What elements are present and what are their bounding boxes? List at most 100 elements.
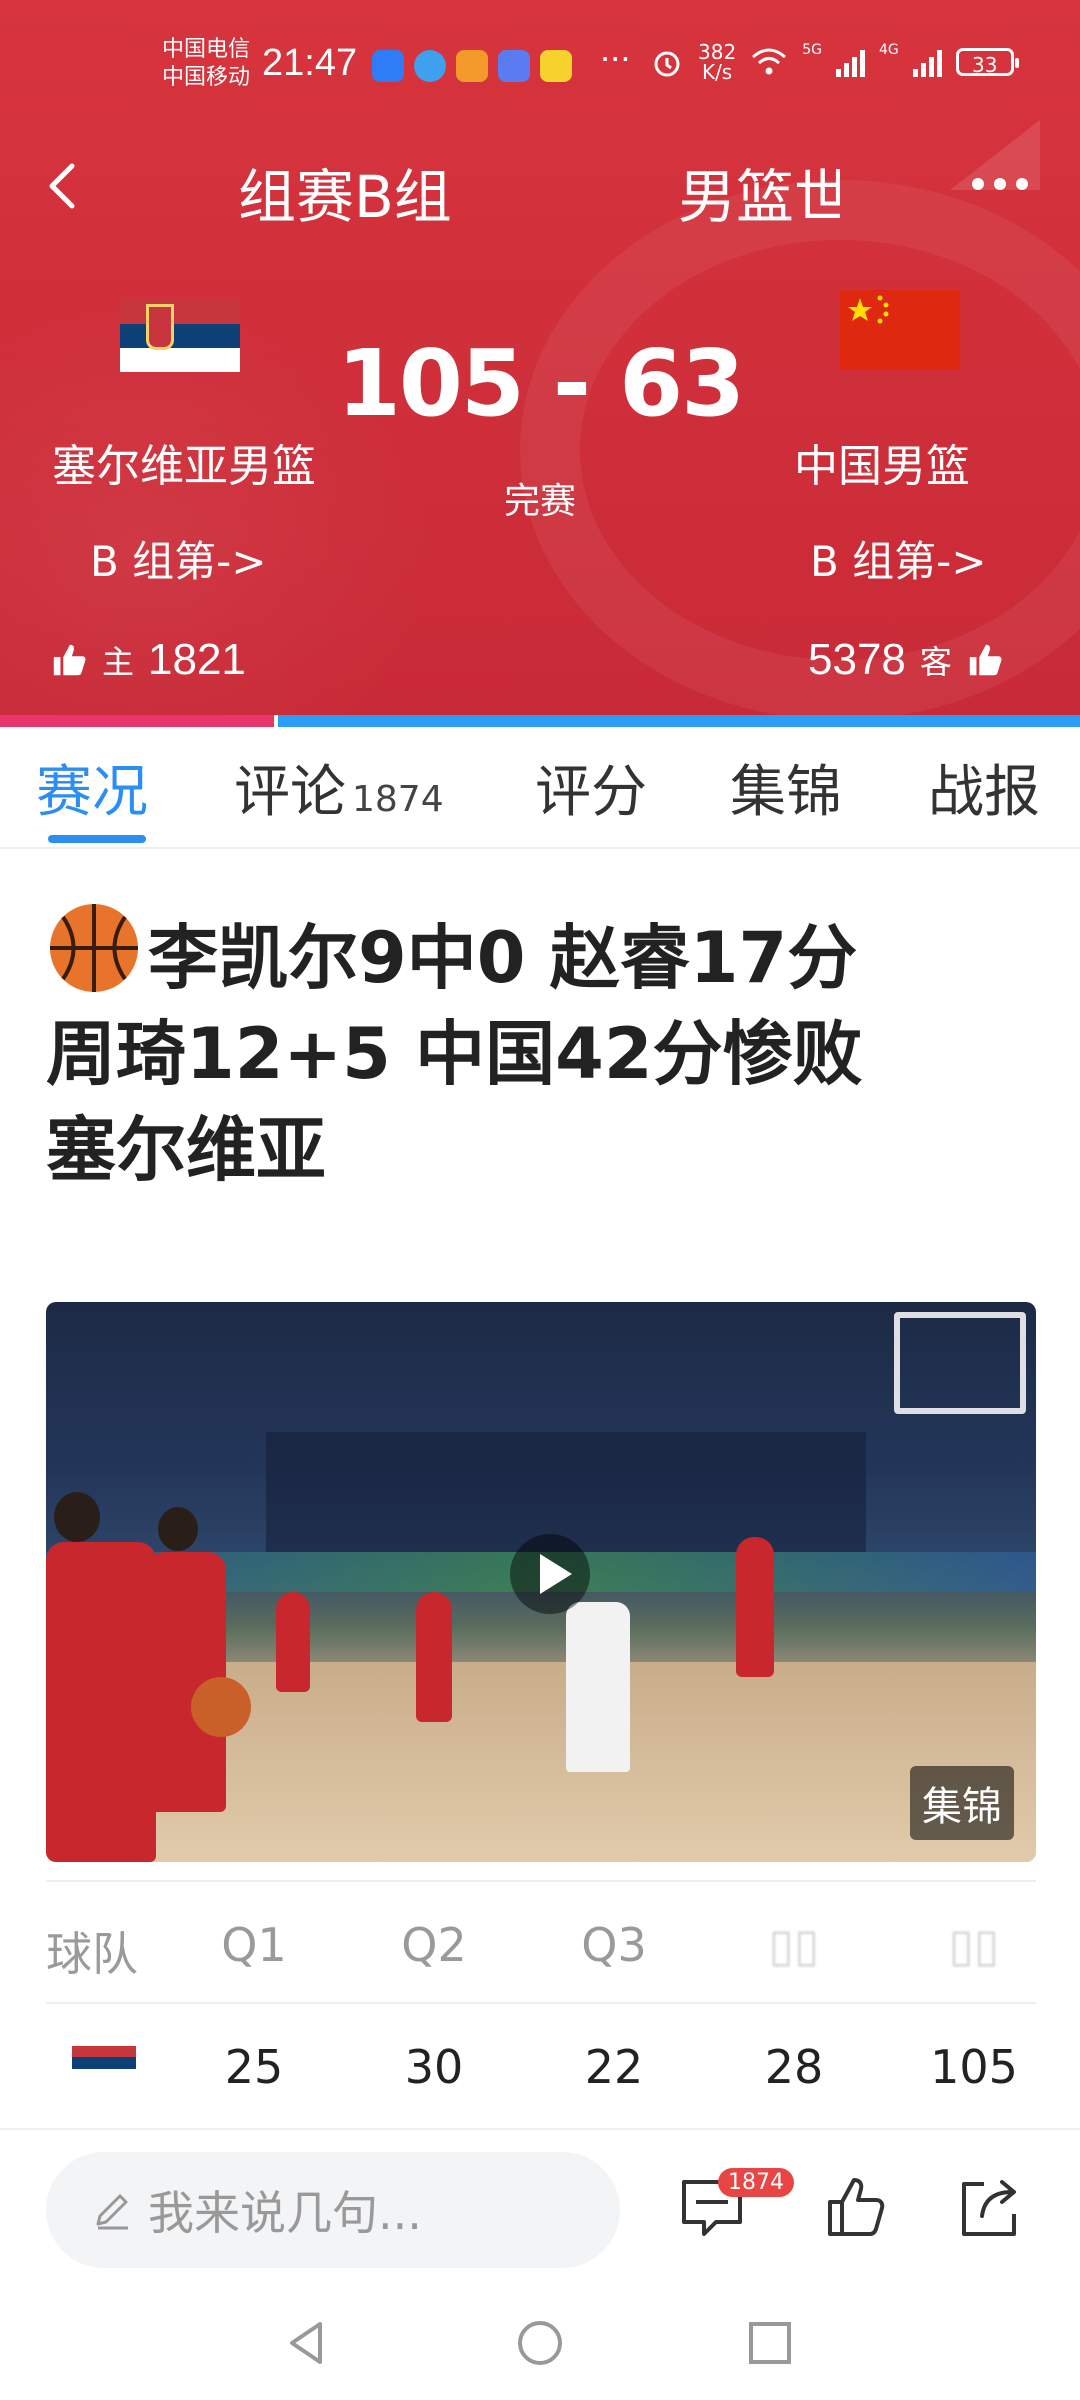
- total-score: 105: [930, 2040, 1018, 2094]
- quarter-score-table: 球队 Q1 Q2 Q3 ▯▯ ▯▯ 25 30 22 28 105: [46, 1880, 1036, 2124]
- header-q4: ▯▯: [768, 1918, 820, 1972]
- ball: [191, 1677, 251, 1737]
- pencil-icon: [96, 2194, 128, 2230]
- notification-icons: [372, 50, 572, 82]
- q2-score: 30: [404, 2040, 464, 2094]
- meituan-app-icon: [540, 50, 572, 82]
- player-figure: [416, 1592, 452, 1722]
- network-type-2: 4G: [878, 42, 899, 58]
- player-figure: [158, 1507, 198, 1551]
- player-figure: [736, 1537, 774, 1677]
- home-tag: 主: [102, 643, 135, 681]
- wifi-icon: [752, 48, 787, 75]
- browser-app-icon: [414, 50, 446, 82]
- player-figure: [46, 1542, 156, 1862]
- serbia-flag-icon: [72, 2046, 136, 2080]
- comment-placeholder: 我来说几句...: [148, 2186, 422, 2240]
- battery-icon: 33: [955, 48, 1019, 77]
- tab-label: 赛况: [36, 760, 148, 825]
- music-app-icon: [498, 50, 530, 82]
- comment-input[interactable]: 我来说几句...: [46, 2152, 620, 2268]
- comment-bar: 我来说几句... 1874: [0, 2128, 1080, 2286]
- header-q2: Q2: [401, 1918, 467, 1972]
- player-figure: [54, 1492, 100, 1542]
- nav-title-right: 男篮世: [678, 163, 840, 231]
- nav-title-left: 组赛B组: [238, 163, 452, 231]
- coach-figure: [566, 1602, 630, 1772]
- tab-report[interactable]: 战报: [928, 747, 1040, 828]
- tab-label: 评论: [234, 760, 346, 825]
- content-tabs: 赛况 评论 1874 评分 集锦 战报: [0, 727, 1080, 849]
- away-support-fill: [278, 715, 1080, 727]
- play-icon[interactable]: [510, 1534, 590, 1614]
- carrier-2: 中国移动: [162, 65, 251, 90]
- back-nav-icon[interactable]: [282, 2318, 332, 2368]
- tab-highlights[interactable]: 集锦: [730, 747, 842, 828]
- net-speed: 382 K/s: [698, 42, 736, 82]
- table-header-row: 球队 Q1 Q2 Q3 ▯▯ ▯▯: [46, 1880, 1036, 2002]
- thumbs-up-icon[interactable]: [966, 641, 1004, 679]
- home-like-group[interactable]: 主 1821: [50, 635, 246, 685]
- carrier-info: 中国电信 中国移动: [162, 36, 250, 92]
- china-flag-icon: [840, 290, 960, 370]
- q1-score: 25: [224, 2040, 284, 2094]
- tab-count: 1874: [352, 779, 444, 820]
- away-team-rank[interactable]: B 组第->: [810, 528, 987, 589]
- shield-app-icon: [372, 50, 404, 82]
- home-team-rank[interactable]: B 组第->: [90, 528, 267, 589]
- status-bar: 中国电信 中国移动 21:47 ··· 382 K/s 5G 4G 33: [0, 0, 1080, 135]
- tab-label: 集锦: [730, 760, 842, 825]
- basketball-icon: [50, 904, 138, 992]
- match-header: 中国电信 中国移动 21:47 ··· 382 K/s 5G 4G 33 组赛B…: [0, 0, 1080, 715]
- headline-line-1: 李凯尔9中0 赵睿17分: [148, 917, 858, 999]
- arena-stands: [266, 1432, 866, 1552]
- header-total: ▯▯: [948, 1918, 1000, 1972]
- network-type-1: 5G: [802, 42, 822, 58]
- tab-live[interactable]: 赛况: [36, 747, 148, 828]
- net-speed-value: 382: [698, 40, 737, 64]
- thumbs-up-icon[interactable]: [50, 641, 88, 679]
- home-support-fill: [0, 715, 275, 727]
- header-q1: Q1: [221, 1918, 287, 1972]
- video-badge: 集锦: [910, 1766, 1014, 1840]
- header-q3: Q3: [581, 1918, 647, 1972]
- home-likes-count: 1821: [148, 635, 246, 684]
- away-likes-count: 5378: [808, 635, 906, 684]
- article-headline: 李凯尔9中0 赵睿17分 周琦12+5 中国42分惨败 塞尔维亚: [46, 900, 1046, 1198]
- net-speed-unit: K/s: [701, 60, 733, 84]
- headline-line-3: 塞尔维亚: [46, 1109, 326, 1191]
- video-app-icon: [456, 50, 488, 82]
- recents-nav-icon[interactable]: [745, 2318, 795, 2368]
- highlight-video-player[interactable]: 集锦: [46, 1302, 1036, 1862]
- signal-bars-1-icon: [835, 47, 865, 77]
- backboard: [894, 1312, 1026, 1414]
- away-team-name[interactable]: 中国男篮: [794, 430, 970, 494]
- q4-score: 28: [764, 2040, 824, 2094]
- home-nav-icon[interactable]: [515, 2318, 565, 2368]
- tab-label: 评分: [535, 760, 647, 825]
- tab-comments[interactable]: 评论 1874: [234, 747, 444, 828]
- alarm-icon: [654, 51, 680, 77]
- carrier-1: 中国电信: [162, 37, 251, 62]
- nav-bar: 组赛B组 男篮世: [0, 140, 1080, 231]
- back-arrow-icon[interactable]: [36, 156, 96, 216]
- table-row[interactable]: 25 30 22 28 105: [46, 2002, 1036, 2124]
- more-options-icon[interactable]: [972, 178, 1028, 190]
- share-icon[interactable]: [954, 2172, 1026, 2244]
- system-nav-bar: [0, 2284, 1080, 2400]
- away-like-group[interactable]: 5378 客: [808, 635, 1004, 685]
- tab-label: 战报: [928, 760, 1040, 825]
- signal-bars-2-icon: [912, 47, 942, 77]
- status-indicators: 382 K/s 5G 4G 33: [650, 42, 1019, 82]
- like-icon[interactable]: [822, 2172, 894, 2244]
- q3-score: 22: [584, 2040, 644, 2094]
- status-time: 21:47: [262, 42, 358, 84]
- support-ratio-bar: [0, 715, 1080, 727]
- active-tab-indicator: [48, 835, 146, 843]
- comment-count-badge: 1874: [718, 2168, 794, 2197]
- player-figure: [276, 1592, 310, 1692]
- tab-ratings[interactable]: 评分: [535, 747, 647, 828]
- away-tag: 客: [919, 643, 952, 681]
- more-notifications-icon: ···: [600, 40, 631, 78]
- headline-line-2: 周琦12+5 中国42分惨败: [46, 1013, 863, 1095]
